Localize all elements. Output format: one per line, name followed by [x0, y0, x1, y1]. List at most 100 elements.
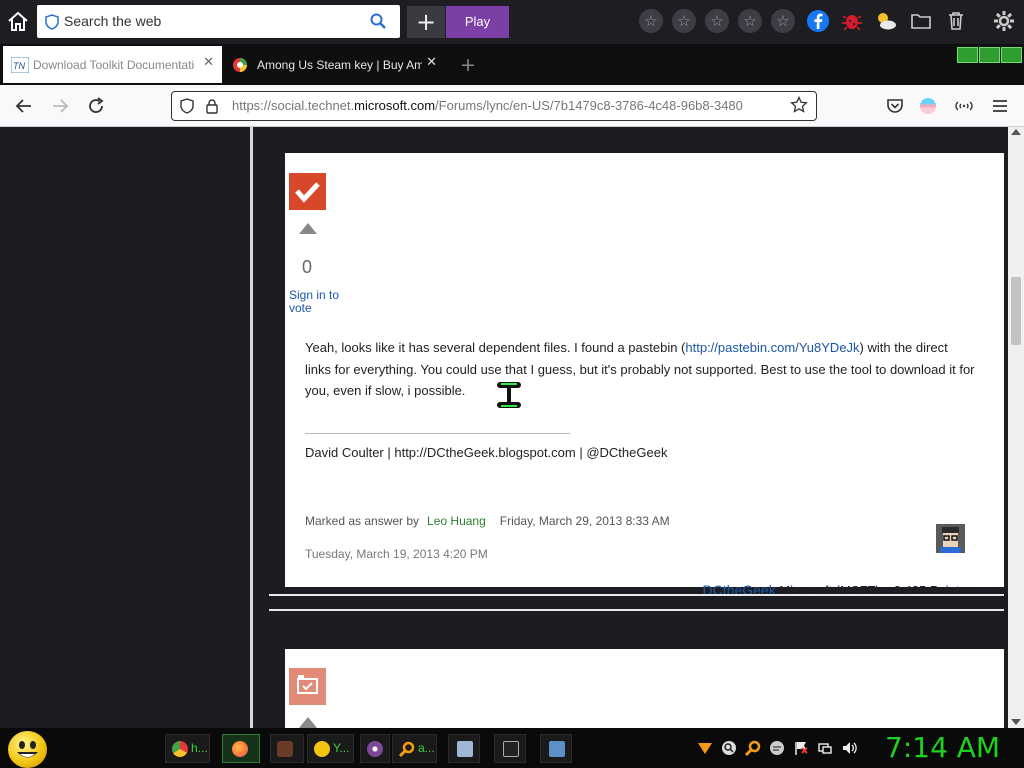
post-body-text: Yeah, looks like it has several dependen… — [305, 340, 686, 355]
taskbar-firefox[interactable] — [222, 734, 260, 763]
sign-in-to-vote-link[interactable]: Sign in to vote — [289, 289, 349, 315]
app-icon — [277, 741, 293, 757]
extension-flag-icon[interactable] — [918, 96, 938, 116]
network-meter-icon — [957, 47, 1023, 65]
marked-date: Friday, March 29, 2013 8:33 AM — [499, 514, 670, 528]
network-warning-icon[interactable] — [697, 740, 713, 756]
taskbar-search[interactable]: a... — [392, 734, 437, 763]
tab-label: Among Us Steam key | Buy Among Us — [257, 58, 422, 72]
bookmark-star-icon[interactable] — [790, 95, 808, 114]
tab-bar: TN Download Toolkit Documentation ✕ Amon… — [0, 44, 1024, 85]
cast-icon[interactable] — [954, 96, 974, 116]
folder-icon[interactable] — [909, 9, 933, 33]
taskbar: h... Y... a... 7:14 AM — [0, 728, 1024, 768]
star-icon[interactable]: ☆ — [738, 9, 762, 33]
upvote-icon[interactable] — [299, 223, 317, 234]
marked-by-user-link[interactable]: Leo Huang — [427, 514, 486, 528]
taskbar-tor[interactable] — [360, 734, 390, 763]
lock-icon[interactable] — [204, 98, 220, 114]
volume-icon[interactable] — [841, 740, 857, 756]
control-panel-icon — [549, 741, 565, 757]
terminal-icon — [503, 741, 519, 757]
url-prefix: https://social.technet. — [232, 98, 355, 113]
new-tab-button[interactable]: + — [460, 54, 476, 76]
reload-icon[interactable] — [86, 96, 106, 116]
tab-among-us[interactable]: Among Us Steam key | Buy Among Us ✕ — [224, 46, 445, 83]
firefox-icon — [232, 741, 248, 757]
start-smiley-icon[interactable] — [8, 731, 47, 768]
magnifier-tray-icon[interactable] — [744, 740, 761, 757]
tab-label: Download Toolkit Documentation — [33, 58, 195, 72]
search-box[interactable]: Search the web — [37, 5, 400, 38]
navigation-bar: https://social.technet.microsoft.com/For… — [0, 85, 1024, 127]
play-button[interactable]: Play — [446, 6, 509, 38]
weather-icon[interactable] — [874, 9, 898, 33]
technet-favicon-icon: TN — [10, 56, 30, 74]
top-toolbar: Search the web + Play ☆ ☆ ☆ ☆ ☆ — [0, 0, 1024, 44]
screen: Search the web + Play ☆ ☆ ☆ ☆ ☆ TN Downl… — [0, 0, 1024, 768]
post-date: Tuesday, March 19, 2013 4:20 PM — [305, 547, 488, 561]
taskbar-label: a... — [418, 741, 435, 755]
url-path: /Forums/lync/en-US/7b1479c8-3786-4c48-96… — [435, 98, 743, 113]
avatar[interactable] — [936, 524, 965, 553]
taskbar-terminal[interactable] — [494, 734, 526, 763]
taskbar-label: Y... — [333, 741, 350, 755]
home-icon[interactable] — [6, 10, 30, 34]
chrome-icon — [172, 741, 188, 757]
chat-tray-icon[interactable] — [769, 740, 785, 756]
signature-divider — [305, 433, 570, 434]
taskbar-app[interactable] — [270, 734, 304, 763]
scroll-up-icon[interactable] — [1011, 129, 1021, 135]
page-scrollbar[interactable] — [1008, 127, 1024, 728]
upvote-icon[interactable] — [299, 717, 317, 728]
taskbar-clock[interactable]: 7:14 AM — [885, 731, 1000, 764]
trash-icon[interactable] — [944, 9, 968, 33]
search-tray-icon[interactable] — [721, 740, 737, 756]
star-icon[interactable]: ☆ — [705, 9, 729, 33]
url-domain: microsoft.com — [354, 98, 436, 113]
text-cursor-icon — [495, 380, 523, 410]
marked-label: Marked as answer by — [305, 514, 420, 528]
reply-post — [285, 649, 1004, 728]
pastebin-link[interactable]: http://pastebin.com/Yu8YDeJk — [685, 340, 859, 355]
menu-icon[interactable] — [990, 96, 1010, 116]
answer-post: 0 Sign in to vote Yeah, looks like it ha… — [285, 153, 1004, 598]
url-text[interactable]: https://social.technet.microsoft.com/For… — [232, 98, 782, 113]
flag-tray-icon[interactable] — [793, 740, 809, 756]
search-input[interactable]: Search the web — [64, 13, 161, 29]
signature: David Coulter | http://DCtheGeek.blogspo… — [305, 445, 668, 460]
display-tray-icon[interactable] — [817, 740, 833, 756]
star-icon[interactable]: ☆ — [672, 9, 696, 33]
section-divider — [269, 609, 1004, 611]
page-content: 0 Sign in to vote Yeah, looks like it ha… — [0, 127, 1024, 728]
add-button[interactable]: + — [407, 6, 445, 38]
notepad-icon — [457, 741, 473, 757]
vote-count: 0 — [302, 257, 313, 277]
smiley-icon — [314, 741, 330, 757]
search-icon[interactable] — [370, 13, 386, 29]
star-icon[interactable]: ☆ — [639, 9, 663, 33]
tab-toolkit-documentation[interactable]: TN Download Toolkit Documentation ✕ — [3, 46, 222, 83]
marked-as-answer: Marked as answer by Leo Huang Friday, Marc… — [305, 514, 670, 528]
star-icon[interactable]: ☆ — [771, 9, 795, 33]
tracking-shield-icon[interactable] — [180, 98, 194, 114]
scroll-down-icon[interactable] — [1011, 719, 1021, 725]
close-icon[interactable]: ✕ — [203, 55, 214, 70]
bug-icon[interactable] — [840, 9, 864, 33]
forward-icon[interactable] — [50, 96, 70, 116]
address-bar[interactable]: https://social.technet.microsoft.com/For… — [171, 91, 817, 121]
scrollbar-thumb[interactable] — [1011, 277, 1021, 345]
taskbar-smiley-app[interactable]: Y... — [307, 734, 354, 763]
taskbar-settings-app[interactable] — [540, 734, 572, 763]
plus-icon: + — [415, 8, 437, 36]
gear-icon[interactable] — [992, 9, 1016, 33]
close-icon[interactable]: ✕ — [426, 55, 437, 70]
question-badge-icon — [289, 668, 326, 705]
taskbar-chrome[interactable]: h... — [165, 734, 210, 763]
back-icon[interactable] — [14, 96, 34, 116]
pocket-icon[interactable] — [885, 96, 905, 116]
taskbar-notepad[interactable] — [448, 734, 480, 763]
facebook-icon[interactable] — [806, 9, 830, 33]
store-favicon-icon — [232, 57, 248, 73]
tor-icon — [367, 741, 383, 757]
